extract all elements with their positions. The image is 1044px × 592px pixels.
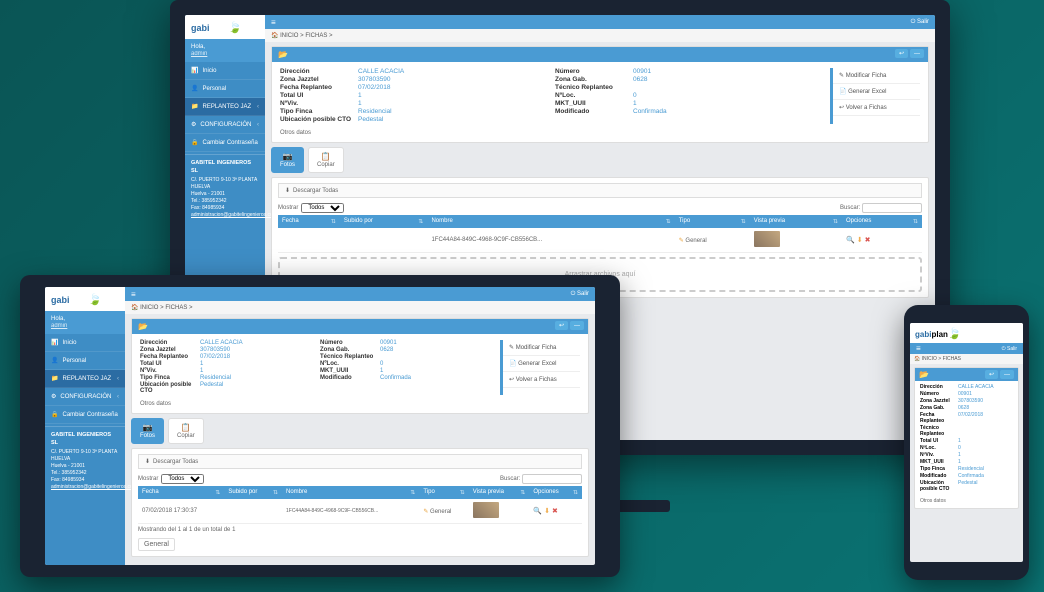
lock-icon: 🔒: [191, 139, 198, 146]
delete-icon[interactable]: ✖: [865, 236, 871, 244]
download-row-icon[interactable]: ⬇: [857, 236, 863, 244]
col-nombre[interactable]: Nombre⇅: [427, 215, 674, 228]
edit-icon[interactable]: ✎: [679, 238, 684, 244]
logout-button[interactable]: ⏻ Salir: [1002, 346, 1017, 352]
tab-copiar[interactable]: 📋Copiar: [168, 418, 204, 444]
col-op[interactable]: Opciones⇅: [842, 215, 922, 228]
otros-datos: Otros datos: [272, 130, 928, 142]
page-size-select[interactable]: Todos: [301, 203, 344, 213]
volver-button[interactable]: ↩ Volver a Fichas: [503, 372, 580, 388]
table-row: 1FC44A84-849C-4968-9C9F-CB556CB... ✎ Gen…: [278, 228, 922, 253]
chevron-icon: ‹: [257, 104, 259, 110]
col-subido[interactable]: Subido por⇅: [340, 215, 428, 228]
app-phone: gabiplan🍃 ≡⏻ Salir 🏠 INICIO > FICHAS 📂↩—…: [910, 323, 1023, 562]
volver-button[interactable]: ↩ Volver a Fichas: [833, 100, 920, 116]
photos-table: Fecha⇅ Subido por⇅ Nombre⇅ Tipo⇅ Vista p…: [278, 215, 922, 253]
phone-screen: gabiplan🍃 ≡⏻ Salir 🏠 INICIO > FICHAS 📂↩—…: [910, 323, 1023, 562]
nav-cambiar[interactable]: 🔒Cambiar Contraseña: [185, 134, 265, 152]
nav-replanteo[interactable]: 📁REPLANTEO JAZ‹: [185, 98, 265, 116]
sidebar: gabiplan🍃 Hola,admin 📊Inicio 👤Personal 📁…: [45, 287, 125, 565]
col-vista[interactable]: Vista previa⇅: [750, 215, 842, 228]
copy-icon: 📋: [321, 152, 331, 161]
topbar: ≡ ⏻ Salir: [265, 15, 935, 29]
tab-fotos[interactable]: 📷Fotos: [131, 418, 164, 444]
menu-icon[interactable]: ≡: [916, 344, 921, 353]
excel-button[interactable]: 📄 Generar Excel: [503, 356, 580, 372]
modificar-button[interactable]: ✎ Modificar Ficha: [833, 68, 920, 84]
phone-device: gabiplan🍃 ≡⏻ Salir 🏠 INICIO > FICHAS 📂↩—…: [904, 305, 1029, 580]
gear-icon: ⚙: [191, 121, 196, 128]
tab-row: 📷Fotos 📋Copiar: [271, 147, 929, 173]
collapse-button[interactable]: —: [910, 49, 924, 58]
download-icon: ⬇: [285, 187, 290, 194]
search-input[interactable]: [862, 203, 922, 213]
reply-button[interactable]: ↩: [895, 49, 908, 58]
nav-config[interactable]: ⚙CONFIGURACIÓN‹: [45, 388, 125, 406]
nav-inicio[interactable]: 📊Inicio: [185, 62, 265, 80]
folder-open-icon: 📂: [278, 50, 288, 59]
logout-button[interactable]: ⏻ Salir: [571, 291, 589, 298]
logo: gabiplan🍃: [185, 15, 265, 39]
tab-copiar[interactable]: 📋Copiar: [308, 147, 344, 173]
modificar-button[interactable]: ✎ Modificar Ficha: [503, 340, 580, 356]
app-tablet: gabiplan🍃 Hola,admin 📊Inicio 👤Personal 📁…: [45, 287, 595, 565]
nav-replanteo[interactable]: 📁REPLANTEO JAZ‹: [45, 370, 125, 388]
download-all-button[interactable]: ⬇Descargar Todas: [278, 183, 922, 198]
nav-personal[interactable]: 👤Personal: [45, 352, 125, 370]
menu-icon[interactable]: ≡: [131, 290, 136, 299]
chevron-icon: ‹: [257, 122, 259, 128]
greeting: Hola,admin: [185, 39, 265, 62]
ficha-panel: 📂 ↩ — DirecciónCALLE ACACIA Zona Jazztel…: [271, 46, 929, 143]
nav-personal[interactable]: 👤Personal: [185, 80, 265, 98]
thumbnail[interactable]: [754, 231, 780, 247]
folder-icon: 📁: [191, 103, 198, 110]
col-tipo[interactable]: Tipo⇅: [675, 215, 750, 228]
company-info: GABITEL INGENIEROS SL C/. PUERTO 9-10 3ª…: [185, 154, 265, 224]
tab-fotos[interactable]: 📷Fotos: [271, 147, 304, 173]
tablet-screen: gabiplan🍃 Hola,admin 📊Inicio 👤Personal 📁…: [45, 287, 595, 565]
leaf-icon: 🍃: [228, 22, 242, 34]
nav-cambiar[interactable]: 🔒Cambiar Contraseña: [45, 406, 125, 424]
panel-header: 📂 ↩ —: [272, 47, 928, 62]
menu-icon[interactable]: ≡: [271, 18, 276, 27]
excel-button[interactable]: 📄 Generar Excel: [833, 84, 920, 100]
nav-config[interactable]: ⚙CONFIGURACIÓN‹: [185, 116, 265, 134]
breadcrumb: 🏠 INICIO > FICHAS >: [265, 29, 935, 42]
col-fecha[interactable]: Fecha⇅: [278, 215, 340, 228]
dashboard-icon: 📊: [191, 67, 198, 74]
page-controls: Mostrar Todos Buscar:: [278, 201, 922, 215]
view-icon[interactable]: 🔍: [846, 236, 855, 244]
action-sidebar: ✎ Modificar Ficha 📄 Generar Excel ↩ Volv…: [830, 68, 920, 124]
data-grid: DirecciónCALLE ACACIA Zona Jazztel307803…: [272, 62, 928, 130]
camera-icon: 📷: [283, 152, 293, 161]
user-icon: 👤: [191, 85, 198, 92]
tablet-device: gabiplan🍃 Hola,admin 📊Inicio 👤Personal 📁…: [20, 275, 620, 577]
nav-inicio[interactable]: 📊Inicio: [45, 334, 125, 352]
logout-button[interactable]: ⏻ Salir: [911, 19, 929, 26]
